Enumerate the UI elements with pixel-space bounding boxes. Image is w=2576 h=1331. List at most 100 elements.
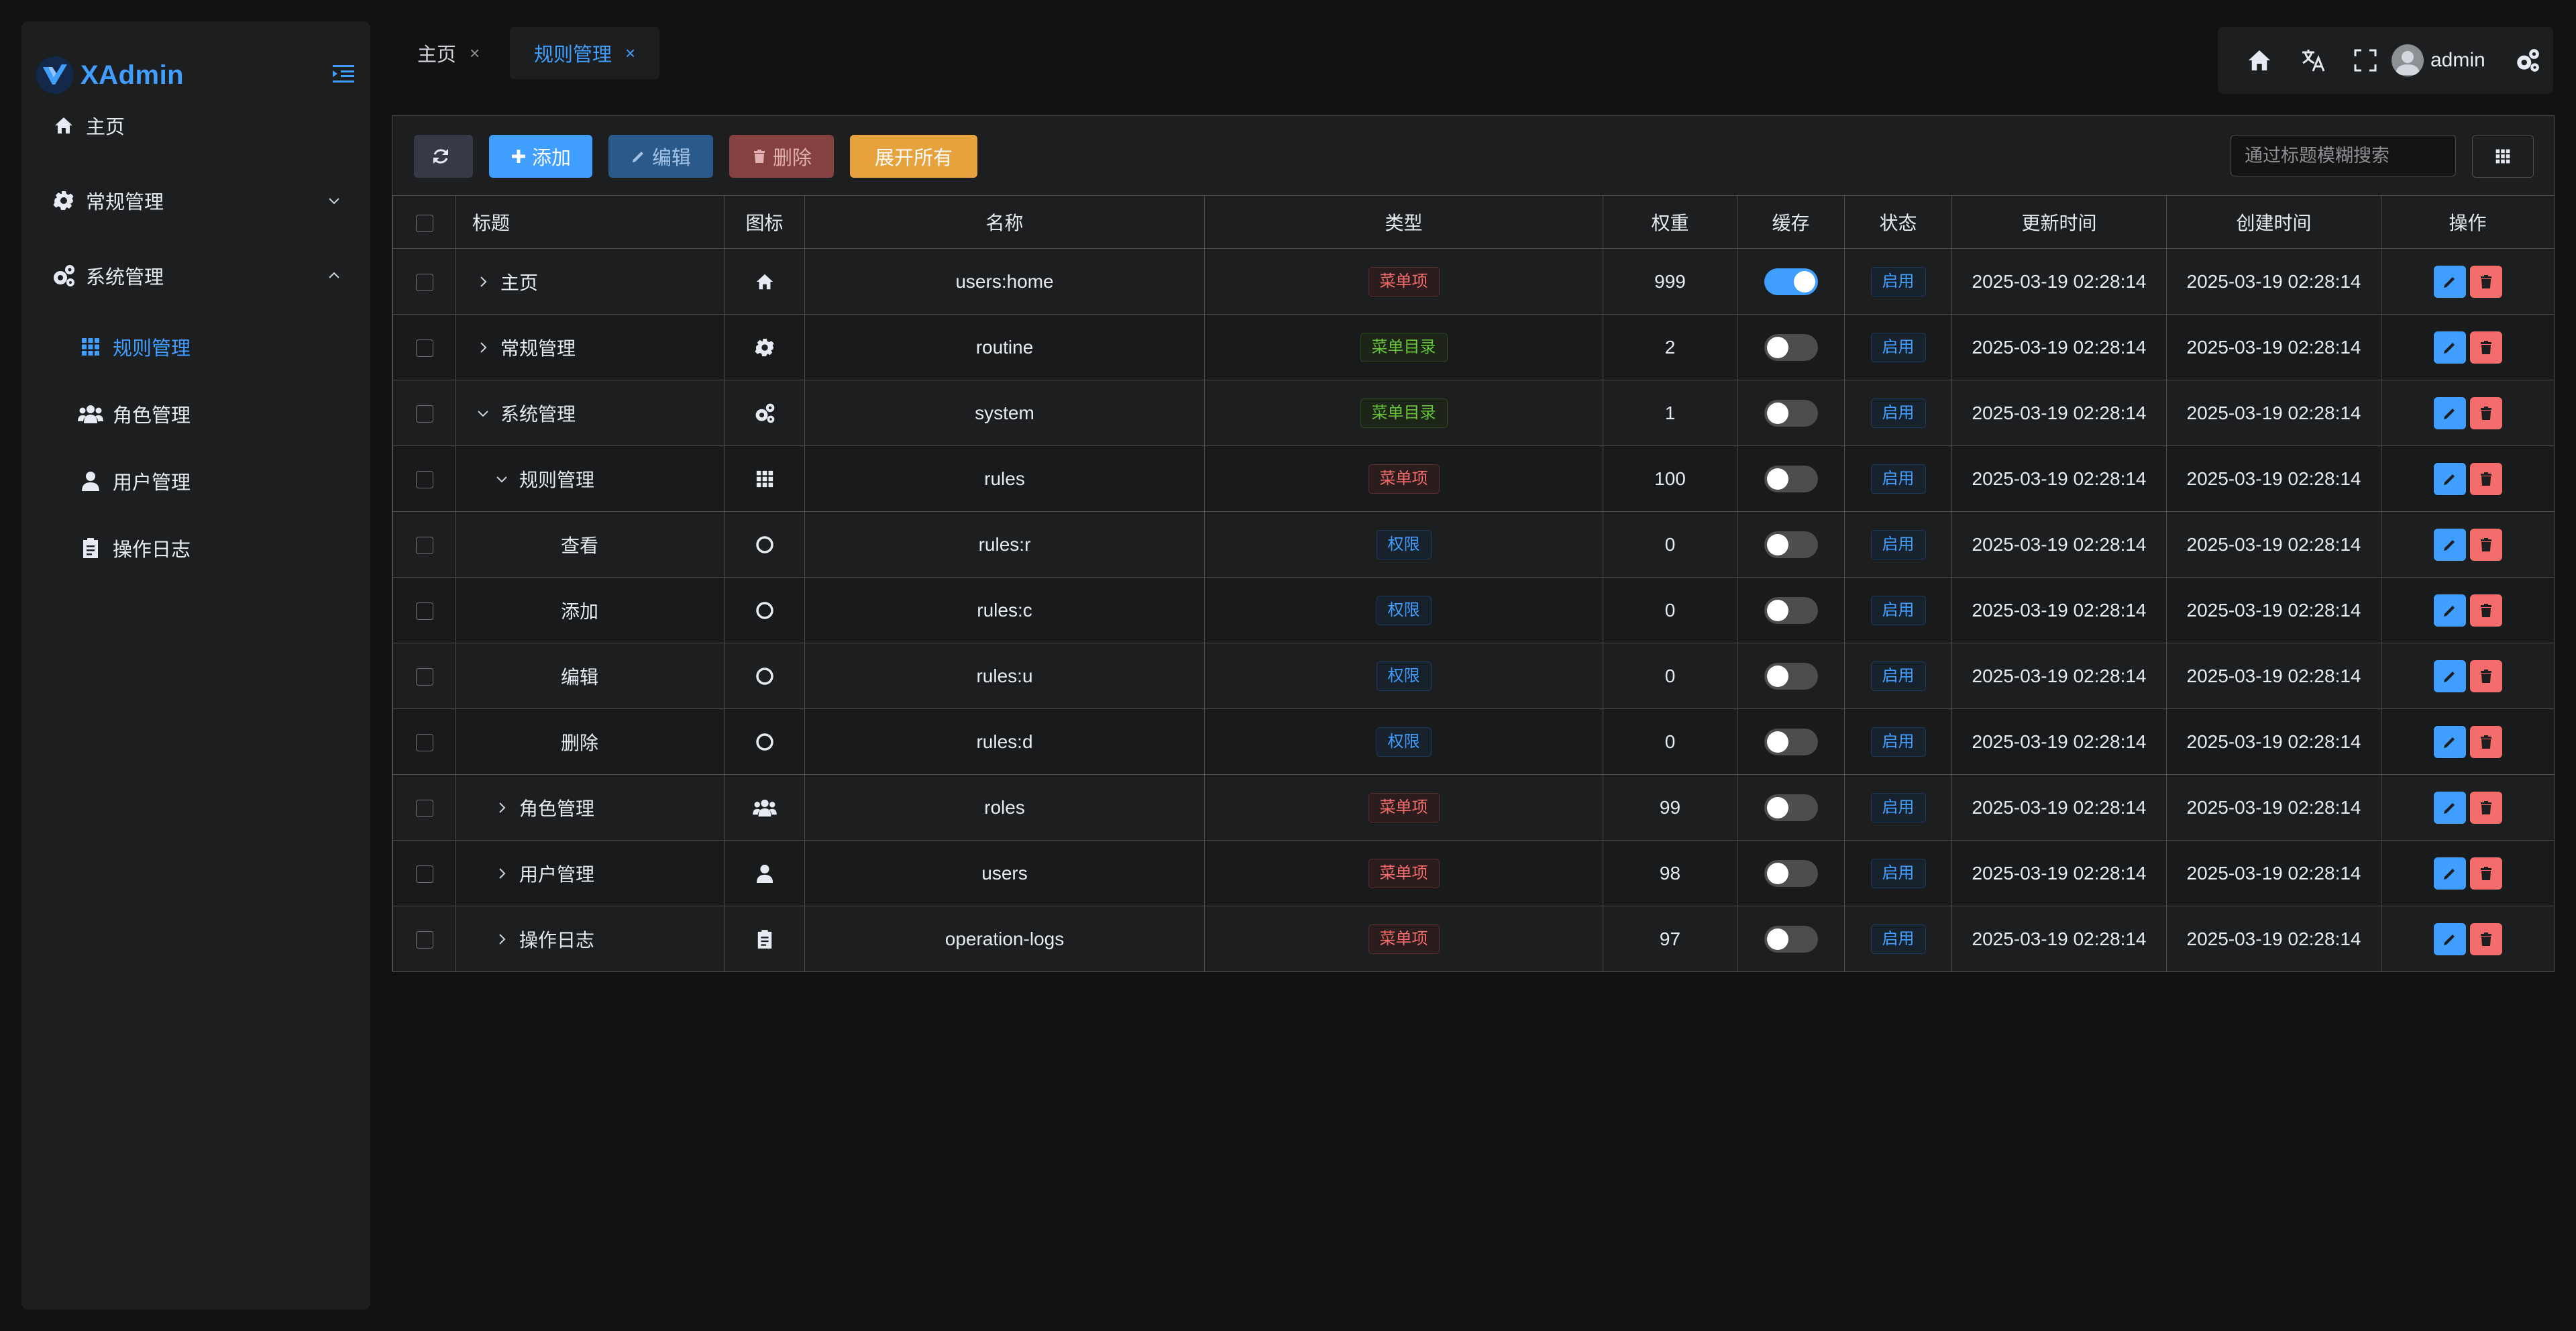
table-row[interactable]: 操作日志 operation-logs 菜单项 97 启用 2025-03-19 02:2… bbox=[392, 906, 2555, 972]
row-checkbox[interactable] bbox=[415, 274, 433, 292]
row-checkbox[interactable] bbox=[415, 405, 433, 423]
table-row[interactable]: 常规管理 routine 菜单目录 2 启用 2025-03-19 02:28:14 202… bbox=[392, 314, 2555, 380]
cache-toggle[interactable] bbox=[1764, 728, 1818, 755]
row-checkbox[interactable] bbox=[415, 602, 433, 621]
sidebar-item-rules[interactable]: 规则管理 bbox=[21, 313, 370, 380]
add-button[interactable]: 添加 bbox=[489, 135, 592, 178]
row-checkbox[interactable] bbox=[415, 537, 433, 555]
column-header[interactable]: 权重 bbox=[1603, 195, 1737, 249]
row-delete-button[interactable] bbox=[2469, 659, 2502, 692]
close-icon[interactable]: × bbox=[470, 43, 480, 64]
chevron-right-icon[interactable] bbox=[475, 339, 491, 356]
cache-toggle[interactable] bbox=[1764, 333, 1818, 361]
table-row[interactable]: 用户管理 users 菜单项 98 启用 2025-03-19 02:28:14 2025-… bbox=[392, 840, 2555, 906]
delete-button[interactable]: 删除 bbox=[729, 135, 834, 178]
row-delete-button[interactable] bbox=[2469, 528, 2502, 561]
row-edit-button[interactable] bbox=[2433, 659, 2466, 692]
close-icon[interactable]: × bbox=[625, 43, 635, 64]
table-row[interactable]: 编辑 rules:u 权限 0 启用 2025-03-19 02:28:14 2025-03… bbox=[392, 643, 2555, 709]
row-edit-button[interactable] bbox=[2433, 922, 2466, 955]
cache-toggle[interactable] bbox=[1764, 596, 1818, 624]
row-edit-button[interactable] bbox=[2433, 265, 2466, 298]
column-header[interactable]: 标题 bbox=[455, 195, 724, 249]
column-header[interactable]: 创建时间 bbox=[2166, 195, 2381, 249]
columns-button[interactable] bbox=[2472, 135, 2534, 178]
table-row[interactable]: 添加 rules:c 权限 0 启用 2025-03-19 02:28:14 2025-03… bbox=[392, 577, 2555, 643]
row-delete-button[interactable] bbox=[2469, 265, 2502, 298]
column-header[interactable]: 状态 bbox=[1844, 195, 1952, 249]
home-icon[interactable] bbox=[2246, 47, 2273, 74]
table-row[interactable]: 主页 users:home 菜单项 999 启用 2025-03-19 02:28:14 2… bbox=[392, 248, 2555, 315]
row-delete-button[interactable] bbox=[2469, 462, 2502, 495]
row-checkbox[interactable] bbox=[415, 931, 433, 949]
translate-icon[interactable] bbox=[2300, 47, 2326, 74]
sidebar-item-users[interactable]: 用户管理 bbox=[21, 447, 370, 515]
table-row[interactable]: 规则管理 rules 菜单项 100 启用 2025-03-19 02:28:14 2025… bbox=[392, 445, 2555, 512]
row-delete-button[interactable] bbox=[2469, 331, 2502, 364]
fullscreen-icon[interactable] bbox=[2352, 47, 2379, 74]
cache-toggle[interactable] bbox=[1764, 399, 1818, 427]
sidebar-item-logs[interactable]: 操作日志 bbox=[21, 515, 370, 582]
chevron-down-icon[interactable] bbox=[475, 405, 491, 421]
table-row[interactable]: 删除 rules:d 权限 0 启用 2025-03-19 02:28:14 2025-03… bbox=[392, 708, 2555, 775]
cache-toggle[interactable] bbox=[1764, 531, 1818, 558]
row-delete-button[interactable] bbox=[2469, 922, 2502, 955]
row-edit-button[interactable] bbox=[2433, 725, 2466, 758]
cache-toggle[interactable] bbox=[1764, 859, 1818, 887]
cache-toggle[interactable] bbox=[1764, 465, 1818, 492]
row-updated: 2025-03-19 02:28:14 bbox=[1951, 774, 2167, 841]
cache-toggle[interactable] bbox=[1764, 794, 1818, 821]
username[interactable]: admin bbox=[2430, 46, 2485, 75]
tab-home[interactable]: 主页 × bbox=[393, 27, 504, 79]
row-checkbox[interactable] bbox=[415, 339, 433, 358]
column-header[interactable]: 操作 bbox=[2381, 195, 2555, 249]
table-row[interactable]: 系统管理 system 菜单目录 1 启用 2025-03-19 02:28:14 2025… bbox=[392, 380, 2555, 446]
chevron-right-icon[interactable] bbox=[494, 931, 510, 947]
row-edit-button[interactable] bbox=[2433, 462, 2466, 495]
column-header[interactable]: 图标 bbox=[724, 195, 805, 249]
cache-toggle[interactable] bbox=[1764, 925, 1818, 953]
row-edit-button[interactable] bbox=[2433, 396, 2466, 429]
sidebar-item-roles[interactable]: 角色管理 bbox=[21, 380, 370, 447]
cache-toggle[interactable] bbox=[1764, 268, 1818, 295]
row-delete-button[interactable] bbox=[2469, 791, 2502, 824]
row-edit-button[interactable] bbox=[2433, 594, 2466, 627]
sidebar-item-home[interactable]: 主页 bbox=[21, 92, 370, 159]
expand-all-button[interactable]: 展开所有 bbox=[850, 135, 977, 178]
row-delete-button[interactable] bbox=[2469, 725, 2502, 758]
row-edit-button[interactable] bbox=[2433, 857, 2466, 890]
column-header[interactable]: 类型 bbox=[1204, 195, 1603, 249]
row-checkbox[interactable] bbox=[415, 471, 433, 489]
sidebar-item-system[interactable]: 系统管理 bbox=[21, 242, 370, 309]
column-header[interactable]: 缓存 bbox=[1737, 195, 1845, 249]
search-input[interactable] bbox=[2231, 135, 2456, 176]
table-row[interactable]: 角色管理 roles 菜单项 99 启用 2025-03-19 02:28:14 2025-… bbox=[392, 774, 2555, 841]
select-all-checkbox[interactable] bbox=[415, 214, 433, 232]
row-checkbox[interactable] bbox=[415, 865, 433, 884]
row-edit-button[interactable] bbox=[2433, 528, 2466, 561]
chevron-right-icon[interactable] bbox=[494, 865, 510, 882]
chevron-down-icon[interactable] bbox=[494, 471, 510, 487]
row-checkbox[interactable] bbox=[415, 668, 433, 686]
row-checkbox[interactable] bbox=[415, 800, 433, 818]
row-delete-button[interactable] bbox=[2469, 594, 2502, 627]
row-edit-button[interactable] bbox=[2433, 791, 2466, 824]
settings-icon[interactable] bbox=[2514, 47, 2541, 74]
column-header[interactable]: 更新时间 bbox=[1951, 195, 2167, 249]
sidebar-item-routine[interactable]: 常规管理 bbox=[21, 167, 370, 234]
collapse-menu-icon[interactable] bbox=[330, 60, 357, 87]
row-checkbox[interactable] bbox=[415, 734, 433, 752]
chevron-right-icon[interactable] bbox=[475, 274, 491, 290]
tab-rules[interactable]: 规则管理 × bbox=[510, 27, 660, 79]
avatar[interactable] bbox=[2392, 44, 2424, 76]
cache-toggle[interactable] bbox=[1764, 662, 1818, 690]
row-delete-button[interactable] bbox=[2469, 396, 2502, 429]
chevron-right-icon[interactable] bbox=[494, 800, 510, 816]
edit-button[interactable]: 编辑 bbox=[608, 135, 713, 178]
row-delete-button[interactable] bbox=[2469, 857, 2502, 890]
table-row[interactable]: 查看 rules:r 权限 0 启用 2025-03-19 02:28:14 2025-03… bbox=[392, 511, 2555, 578]
column-header[interactable]: 名称 bbox=[804, 195, 1205, 249]
refresh-button[interactable] bbox=[414, 135, 473, 178]
row-edit-button[interactable] bbox=[2433, 331, 2466, 364]
rules-panel: 添加 编辑 删除 展开所有 标题 图标 名称 bbox=[392, 115, 2555, 972]
